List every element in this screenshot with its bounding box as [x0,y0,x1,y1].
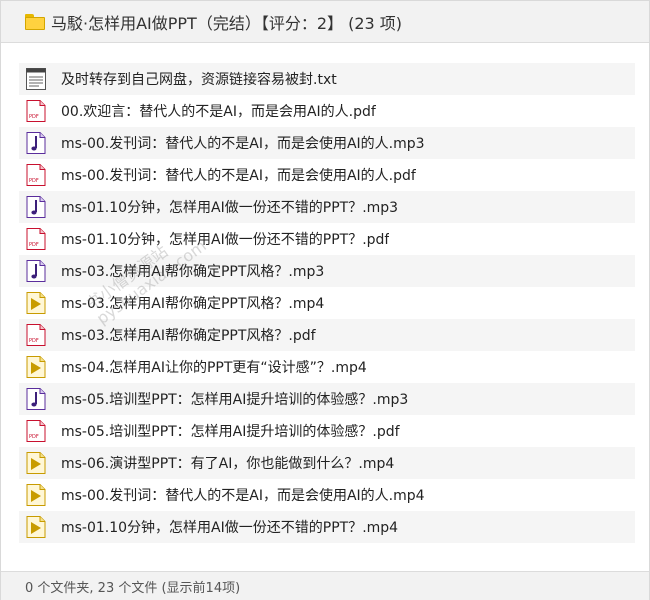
file-row[interactable]: ms-03.怎样用AI帮你确定PPT风格？.mp3 [19,255,635,287]
svg-text:PDF: PDF [29,434,39,440]
file-name[interactable]: ms-01.10分钟，怎样用AI做一份还不错的PPT？.pdf [61,229,389,249]
file-list: 及时转存到自己网盘，资源链接容易被封.txt PDF 00.欢迎言：替代人的不是AI… [19,63,635,543]
file-row[interactable]: PDF ms-03.怎样用AI帮你确定PPT风格？.pdf [19,319,635,351]
folder-title: 马駁·怎样用AI做PPT（完结）【评分：2】 (23 项) [51,13,403,33]
file-row[interactable]: PDF 00.欢迎言：替代人的不是AI，而是会用AI的人.pdf [19,95,635,127]
mp4-file-icon [25,291,47,315]
svg-text:PDF: PDF [29,242,39,248]
file-name[interactable]: ms-04.怎样用AI让你的PPT更有“设计感”？.mp4 [61,357,367,377]
pdf-file-icon: PDF [25,323,47,347]
file-name[interactable]: ms-05.培训型PPT：怎样用AI提升培训的体验感？.mp3 [61,389,408,409]
folder-header: 马駁·怎样用AI做PPT（完结）【评分：2】 (23 项) [1,1,649,43]
status-text: 0 个文件夹, 23 个文件 (显示前14项) [25,580,241,596]
file-name[interactable]: ms-00.发刊词：替代人的不是AI，而是会使用AI的人.pdf [61,165,416,185]
pdf-file-icon: PDF [25,227,47,251]
file-name[interactable]: ms-03.怎样用AI帮你确定PPT风格？.pdf [61,325,316,345]
mp3-file-icon [25,131,47,155]
file-name[interactable]: ms-00.发刊词：替代人的不是AI，而是会使用AI的人.mp3 [61,133,425,153]
file-name[interactable]: ms-05.培训型PPT：怎样用AI提升培训的体验感？.pdf [61,421,400,441]
svg-text:PDF: PDF [29,338,39,344]
file-row[interactable]: ms-00.发刊词：替代人的不是AI，而是会使用AI的人.mp3 [19,127,635,159]
file-row[interactable]: PDF ms-00.发刊词：替代人的不是AI，而是会使用AI的人.pdf [19,159,635,191]
svg-text:PDF: PDF [29,114,39,120]
mp3-file-icon [25,259,47,283]
mp3-file-icon [25,387,47,411]
file-row[interactable]: ms-03.怎样用AI帮你确定PPT风格？.mp4 [19,287,635,319]
svg-text:PDF: PDF [29,178,39,184]
pdf-file-icon: PDF [25,163,47,187]
file-name[interactable]: ms-03.怎样用AI帮你确定PPT风格？.mp3 [61,261,324,281]
mp4-file-icon [25,515,47,539]
file-name[interactable]: 及时转存到自己网盘，资源链接容易被封.txt [61,69,337,89]
mp4-file-icon [25,483,47,507]
file-name[interactable]: 00.欢迎言：替代人的不是AI，而是会用AI的人.pdf [61,101,376,121]
folder-icon [25,13,45,30]
file-row[interactable]: ms-06.演讲型PPT：有了AI，你也能做到什么？.mp4 [19,447,635,479]
pdf-file-icon: PDF [25,99,47,123]
txt-file-icon [25,67,47,91]
file-row[interactable]: PDF ms-05.培训型PPT：怎样用AI提升培训的体验感？.pdf [19,415,635,447]
file-name[interactable]: ms-03.怎样用AI帮你确定PPT风格？.mp4 [61,293,324,313]
file-row[interactable]: ms-00.发刊词：替代人的不是AI，而是会使用AI的人.mp4 [19,479,635,511]
mp4-file-icon [25,451,47,475]
file-name[interactable]: ms-01.10分钟，怎样用AI做一份还不错的PPT？.mp4 [61,517,398,537]
file-listing-window: 马駁·怎样用AI做PPT（完结）【评分：2】 (23 项) 及时转存到自己网盘，… [0,0,650,600]
file-row[interactable]: ms-05.培训型PPT：怎样用AI提升培训的体验感？.mp3 [19,383,635,415]
pdf-file-icon: PDF [25,419,47,443]
file-row[interactable]: ms-01.10分钟，怎样用AI做一份还不错的PPT？.mp4 [19,511,635,543]
file-row[interactable]: ms-04.怎样用AI让你的PPT更有“设计感”？.mp4 [19,351,635,383]
mp3-file-icon [25,195,47,219]
mp4-file-icon [25,355,47,379]
file-name[interactable]: ms-06.演讲型PPT：有了AI，你也能做到什么？.mp4 [61,453,394,473]
file-row[interactable]: 及时转存到自己网盘，资源链接容易被封.txt [19,63,635,95]
file-name[interactable]: ms-00.发刊词：替代人的不是AI，而是会使用AI的人.mp4 [61,485,425,505]
file-row[interactable]: ms-01.10分钟，怎样用AI做一份还不错的PPT？.mp3 [19,191,635,223]
file-name[interactable]: ms-01.10分钟，怎样用AI做一份还不错的PPT？.mp3 [61,197,398,217]
file-row[interactable]: PDF ms-01.10分钟，怎样用AI做一份还不错的PPT？.pdf [19,223,635,255]
status-bar: 0 个文件夹, 23 个文件 (显示前14项) [1,571,649,600]
